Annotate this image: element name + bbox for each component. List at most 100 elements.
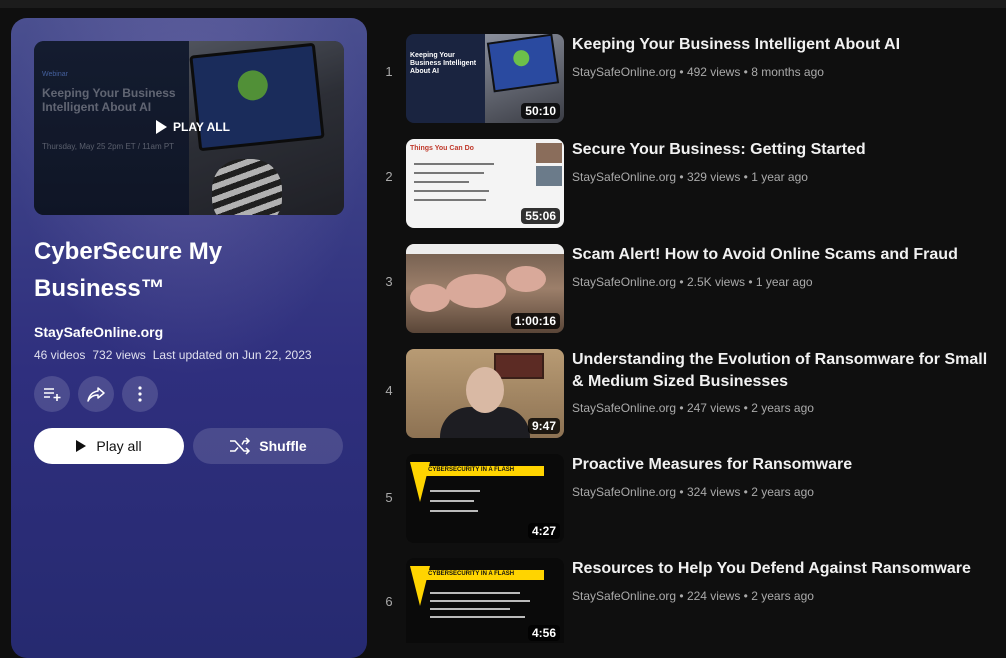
playlist-video-item[interactable]: 4 9:47 Understanding the Evolution of Ra…	[378, 349, 998, 445]
video-index: 3	[385, 274, 393, 289]
separator: •	[743, 589, 748, 603]
video-age: 2 years ago	[751, 401, 814, 415]
slide-line	[430, 608, 510, 610]
slide-line	[430, 616, 525, 618]
playlist-hero-thumbnail[interactable]: Webinar Keeping Your Business Intelligen…	[34, 41, 344, 215]
lightning-bolt-icon	[410, 566, 430, 606]
separator: •	[679, 65, 684, 79]
video-thumbnail[interactable]: CYBERSECURITY IN A FLASH 4:27	[406, 454, 564, 543]
video-age: 1 year ago	[751, 170, 808, 184]
separator: •	[679, 485, 684, 499]
playlist-title: CyberSecure My Business™	[34, 238, 223, 302]
video-channel[interactable]: StaySafeOnline.org	[572, 589, 676, 603]
video-channel[interactable]: StaySafeOnline.org	[572, 275, 676, 289]
pig-shape	[506, 266, 546, 292]
separator: •	[743, 401, 748, 415]
video-views: 247 views	[686, 401, 741, 415]
video-channel[interactable]: StaySafeOnline.org	[572, 170, 676, 184]
caption-strip	[406, 244, 564, 254]
playlist-video-item[interactable]: 2 Things You Can Do 55:06 Secure Your Bu…	[378, 139, 998, 235]
play-all-button[interactable]: Play all	[34, 428, 184, 464]
video-views: 329 views	[686, 170, 741, 184]
webcam-tile	[536, 166, 562, 186]
thumb-title: Keeping Your Business Intelligent About …	[410, 52, 477, 75]
slide-line	[430, 600, 530, 602]
duration-badge: 50:10	[521, 103, 560, 119]
video-metadata: StaySafeOnline.org • 224 views • 2 years…	[572, 589, 814, 603]
video-title[interactable]: Understanding the Evolution of Ransomwar…	[572, 349, 992, 393]
duration-badge: 55:06	[521, 208, 560, 224]
play-icon	[156, 120, 167, 134]
video-index: 2	[385, 169, 393, 184]
playlist-video-item[interactable]: 3 1:00:16 Scam Alert! How to Avoid Onlin…	[378, 244, 998, 340]
video-age: 1 year ago	[755, 275, 813, 289]
separator: •	[679, 170, 684, 184]
video-views: 324 views	[686, 485, 741, 499]
slide-line	[430, 490, 480, 492]
webcam-tile	[536, 143, 562, 163]
video-thumbnail[interactable]: 1:00:16	[406, 244, 564, 333]
hero-play-all[interactable]: PLAY ALL	[156, 120, 230, 134]
playlist-video-item[interactable]: 5 CYBERSECURITY IN A FLASH 4:27 Proactiv…	[378, 454, 998, 550]
video-title[interactable]: Proactive Measures for Ransomware	[572, 454, 992, 476]
shuffle-icon	[230, 437, 251, 455]
top-strip	[0, 0, 1006, 8]
pig-shape	[446, 274, 506, 308]
duration-badge: 4:27	[527, 523, 560, 539]
playlist-stats: 46 videos 732 views Last updated on Jun …	[34, 348, 312, 362]
video-thumbnail[interactable]: CYBERSECURITY IN A FLASH 4:56	[406, 558, 564, 643]
video-title[interactable]: Resources to Help You Defend Against Ran…	[572, 558, 992, 580]
separator: •	[679, 401, 684, 415]
slide-line	[414, 181, 469, 183]
video-views: 492 views	[686, 65, 741, 79]
video-channel[interactable]: StaySafeOnline.org	[572, 401, 676, 415]
video-title[interactable]: Scam Alert! How to Avoid Online Scams an…	[572, 244, 992, 266]
video-title[interactable]: Secure Your Business: Getting Started	[572, 139, 992, 161]
video-age: 2 years ago	[751, 589, 814, 603]
video-channel[interactable]: StaySafeOnline.org	[572, 65, 676, 79]
video-metadata: StaySafeOnline.org • 329 views • 1 year …	[572, 170, 808, 184]
video-count: 46 videos	[34, 348, 86, 362]
video-metadata: StaySafeOnline.org • 492 views • 8 month…	[572, 65, 824, 79]
slide-line	[414, 172, 484, 174]
video-channel[interactable]: StaySafeOnline.org	[572, 485, 676, 499]
thumb-heading: CYBERSECURITY IN A FLASH	[428, 571, 515, 577]
lightning-bolt-icon	[410, 462, 430, 502]
play-all-label: Play all	[96, 438, 142, 454]
channel-name-link[interactable]: StaySafeOnline.org	[34, 324, 163, 340]
shuffle-label: Shuffle	[259, 438, 307, 454]
slide-line	[430, 592, 520, 594]
video-thumbnail[interactable]: Keeping Your Business Intelligent About …	[406, 34, 564, 123]
speaker-head	[466, 367, 504, 413]
video-thumbnail[interactable]: Things You Can Do 55:06	[406, 139, 564, 228]
video-title[interactable]: Keeping Your Business Intelligent About …	[572, 34, 992, 56]
hero-play-all-label: PLAY ALL	[173, 120, 230, 134]
last-updated: Last updated on Jun 22, 2023	[152, 348, 312, 362]
save-to-library-button[interactable]	[34, 376, 70, 412]
separator: •	[679, 275, 684, 289]
laptop-image	[486, 34, 560, 93]
play-icon	[76, 440, 87, 452]
video-metadata: StaySafeOnline.org • 2.5K views • 1 year…	[572, 275, 813, 289]
duration-badge: 9:47	[527, 418, 560, 434]
slide-line	[414, 163, 494, 165]
video-views: 2.5K views	[686, 275, 745, 289]
separator: •	[743, 170, 748, 184]
thumb-text-panel	[406, 34, 485, 123]
video-age: 2 years ago	[751, 485, 814, 499]
video-thumbnail[interactable]: 9:47	[406, 349, 564, 438]
more-vert-icon	[138, 386, 142, 402]
separator: •	[743, 485, 748, 499]
thumb-heading: CYBERSECURITY IN A FLASH	[428, 467, 515, 473]
playlist-video-item[interactable]: 6 CYBERSECURITY IN A FLASH 4:56 Resource…	[378, 558, 998, 643]
slide-line	[430, 500, 474, 502]
playlist-video-item[interactable]: 1 Keeping Your Business Intelligent Abou…	[378, 34, 998, 130]
share-button[interactable]	[78, 376, 114, 412]
slide-line	[414, 190, 489, 192]
shuffle-button[interactable]: Shuffle	[193, 428, 343, 464]
separator: •	[679, 589, 684, 603]
pig-shape	[410, 284, 450, 312]
more-actions-button[interactable]	[122, 376, 158, 412]
video-index: 1	[385, 64, 393, 79]
video-metadata: StaySafeOnline.org • 324 views • 2 years…	[572, 485, 814, 499]
